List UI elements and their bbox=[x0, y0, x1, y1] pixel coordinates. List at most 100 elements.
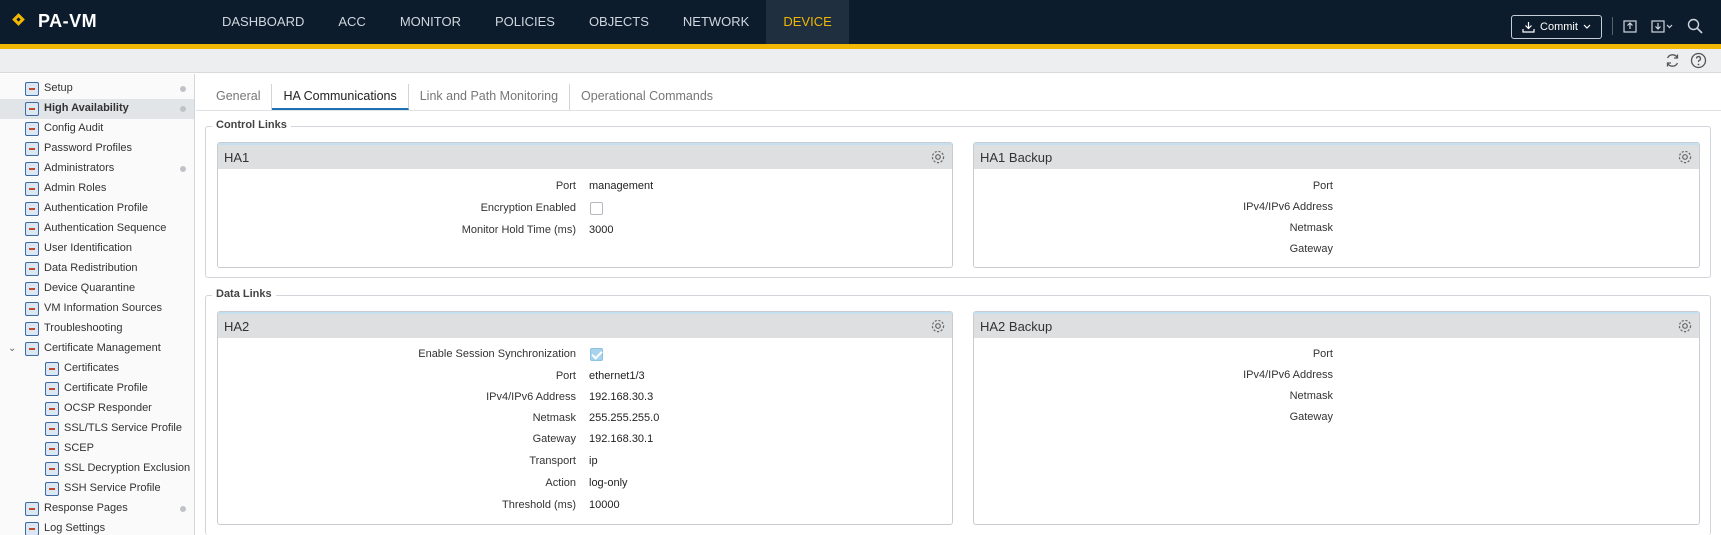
sidebar-item-label: Log Settings bbox=[44, 522, 106, 534]
chevron-down-icon bbox=[1583, 24, 1591, 29]
sidebar-item-user-identification[interactable]: User Identification bbox=[0, 239, 194, 259]
sidebar-item-label: SSH Service Profile bbox=[64, 482, 161, 494]
sidebar-item-label: Authentication Profile bbox=[44, 202, 148, 214]
sidebar-item-administrators[interactable]: Administrators bbox=[0, 159, 194, 179]
ha1-panel: HA1 Port management Encryption Enabled M… bbox=[217, 142, 953, 268]
sidebar-item-setup[interactable]: Setup bbox=[0, 79, 194, 99]
sidebar-item-authentication-profile[interactable]: Authentication Profile bbox=[0, 199, 194, 219]
ha1-encryption-row: Encryption Enabled bbox=[218, 199, 952, 219]
sidebar-item-certificate-management[interactable]: ⌄ Certificate Management bbox=[0, 339, 194, 359]
sidebar-item-ocsp-responder[interactable]: OCSP Responder bbox=[0, 399, 194, 419]
ha2-backup-netmask-row: Netmask bbox=[974, 387, 1699, 407]
ha1-hold-time-label: Monitor Hold Time (ms) bbox=[461, 224, 576, 236]
ha1-hold-time-value: 3000 bbox=[589, 224, 614, 236]
ha2-sync-checkbox[interactable] bbox=[590, 348, 603, 361]
sidebar-item-device-quarantine[interactable]: Device Quarantine bbox=[0, 279, 194, 299]
tab-link-and-path-monitoring[interactable]: Link and Path Monitoring bbox=[409, 84, 571, 110]
ha2-backup-panel: HA2 Backup Port IPv4/IPv6 Address Netmas… bbox=[973, 311, 1700, 525]
nav-acc[interactable]: ACC bbox=[321, 0, 382, 44]
sidebar-item-label: Troubleshooting bbox=[44, 322, 123, 334]
ha2-ip-label: IPv4/IPv6 Address bbox=[486, 391, 576, 403]
tab-general[interactable]: General bbox=[205, 84, 273, 110]
sidebar-item-high-availability[interactable]: High Availability bbox=[0, 99, 194, 119]
ocsp-responder-icon bbox=[45, 402, 59, 416]
help-icon[interactable] bbox=[1690, 52, 1707, 69]
admin-roles-icon bbox=[25, 182, 39, 196]
sidebar-item-data-redistribution[interactable]: Data Redistribution bbox=[0, 259, 194, 279]
gear-icon[interactable] bbox=[1677, 318, 1693, 334]
tab-divider bbox=[196, 110, 1721, 111]
ha2-sync-label: Enable Session Synchronization bbox=[418, 348, 576, 360]
sidebar-item-authentication-sequence[interactable]: Authentication Sequence bbox=[0, 219, 194, 239]
setup-icon bbox=[25, 82, 39, 96]
nav-dashboard[interactable]: DASHBOARD bbox=[205, 0, 321, 44]
sidebar-item-vm-information-sources[interactable]: VM Information Sources bbox=[0, 299, 194, 319]
sidebar-item-label: OCSP Responder bbox=[64, 402, 152, 414]
sidebar-item-troubleshooting[interactable]: Troubleshooting bbox=[0, 319, 194, 339]
sidebar-item-response-pages[interactable]: Response Pages bbox=[0, 499, 194, 519]
data-redistribution-icon bbox=[25, 262, 39, 276]
gear-icon[interactable] bbox=[930, 318, 946, 334]
sidebar-item-label: Password Profiles bbox=[44, 142, 133, 154]
app-logo[interactable]: PA-VM bbox=[12, 10, 97, 32]
sidebar: Setup High Availability Config Audit Pas… bbox=[0, 74, 195, 535]
ha1-encryption-checkbox[interactable] bbox=[590, 202, 603, 215]
ha2-gateway-label: Gateway bbox=[532, 433, 576, 445]
high-availability-icon bbox=[25, 102, 39, 116]
ssh-service-profile-icon bbox=[45, 482, 59, 496]
ssl-decryption-exclusion-icon bbox=[45, 462, 59, 476]
paloalto-logo-icon bbox=[12, 10, 32, 32]
sidebar-item-ssl-tls-service-profile[interactable]: SSL/TLS Service Profile bbox=[0, 419, 194, 439]
nav-monitor[interactable]: MONITOR bbox=[383, 0, 478, 44]
tab-ha-communications[interactable]: HA Communications bbox=[272, 84, 409, 110]
chevron-down-icon[interactable]: ⌄ bbox=[8, 343, 16, 354]
ha2-panel: HA2 Enable Session Synchronization Port … bbox=[217, 311, 953, 525]
ha1-backup-port-label: Port bbox=[1312, 180, 1333, 192]
sidebar-item-label: Certificate Management bbox=[44, 342, 161, 354]
sidebar-item-password-profiles[interactable]: Password Profiles bbox=[0, 139, 194, 159]
administrators-icon bbox=[25, 162, 39, 176]
ha2-backup-title: HA2 Backup bbox=[980, 319, 1053, 334]
upload-config-icon[interactable] bbox=[1622, 16, 1638, 36]
sidebar-item-ssh-service-profile[interactable]: SSH Service Profile bbox=[0, 479, 194, 499]
status-dot bbox=[180, 166, 186, 172]
sidebar-item-scep[interactable]: SCEP bbox=[0, 439, 194, 459]
refresh-icon[interactable] bbox=[1664, 52, 1681, 69]
ha2-backup-ip-label: IPv4/IPv6 Address bbox=[1243, 369, 1333, 381]
sidebar-item-label: Administrators bbox=[44, 162, 115, 174]
search-icon[interactable] bbox=[1687, 16, 1703, 36]
ha1-hold-time-row: Monitor Hold Time (ms) 3000 bbox=[218, 221, 952, 241]
ha1-encryption-label: Encryption Enabled bbox=[480, 202, 576, 214]
gear-icon[interactable] bbox=[1677, 149, 1693, 165]
ha2-port-label: Port bbox=[555, 370, 576, 382]
ha2-backup-netmask-label: Netmask bbox=[1289, 390, 1333, 402]
certificate-management-icon bbox=[25, 342, 39, 356]
ha2-transport-label: Transport bbox=[529, 455, 576, 467]
ha2-backup-header: HA2 Backup bbox=[974, 312, 1699, 338]
gear-icon[interactable] bbox=[930, 149, 946, 165]
ha1-backup-panel: HA1 Backup Port IPv4/IPv6 Address Netmas… bbox=[973, 142, 1700, 268]
response-pages-icon bbox=[25, 502, 39, 516]
ha1-backup-netmask-row: Netmask bbox=[974, 219, 1699, 239]
ha2-action-value: log-only bbox=[589, 477, 628, 489]
sidebar-item-label: Certificates bbox=[64, 362, 120, 374]
sidebar-item-certificate-profile[interactable]: Certificate Profile bbox=[0, 379, 194, 399]
nav-policies[interactable]: POLICIES bbox=[478, 0, 572, 44]
nav-network[interactable]: NETWORK bbox=[666, 0, 766, 44]
sidebar-item-config-audit[interactable]: Config Audit bbox=[0, 119, 194, 139]
nav-device[interactable]: DEVICE bbox=[766, 0, 849, 44]
save-config-icon[interactable] bbox=[1650, 16, 1674, 36]
ha2-gateway-row: Gateway 192.168.30.1 bbox=[218, 430, 952, 450]
sidebar-item-admin-roles[interactable]: Admin Roles bbox=[0, 179, 194, 199]
nav-objects[interactable]: OBJECTS bbox=[572, 0, 666, 44]
tab-operational-commands[interactable]: Operational Commands bbox=[570, 84, 724, 110]
ha2-threshold-row: Threshold (ms) 10000 bbox=[218, 496, 952, 516]
sidebar-item-label: SSL/TLS Service Profile bbox=[64, 422, 182, 434]
sidebar-item-certificates[interactable]: Certificates bbox=[0, 359, 194, 379]
device-quarantine-icon bbox=[25, 282, 39, 296]
ha2-port-value: ethernet1/3 bbox=[589, 370, 645, 382]
status-dot bbox=[180, 106, 186, 112]
commit-button[interactable]: Commit bbox=[1511, 15, 1602, 39]
sidebar-item-ssl-decryption-exclusion[interactable]: SSL Decryption Exclusion bbox=[0, 459, 194, 479]
sidebar-item-log-settings[interactable]: Log Settings bbox=[0, 519, 194, 535]
